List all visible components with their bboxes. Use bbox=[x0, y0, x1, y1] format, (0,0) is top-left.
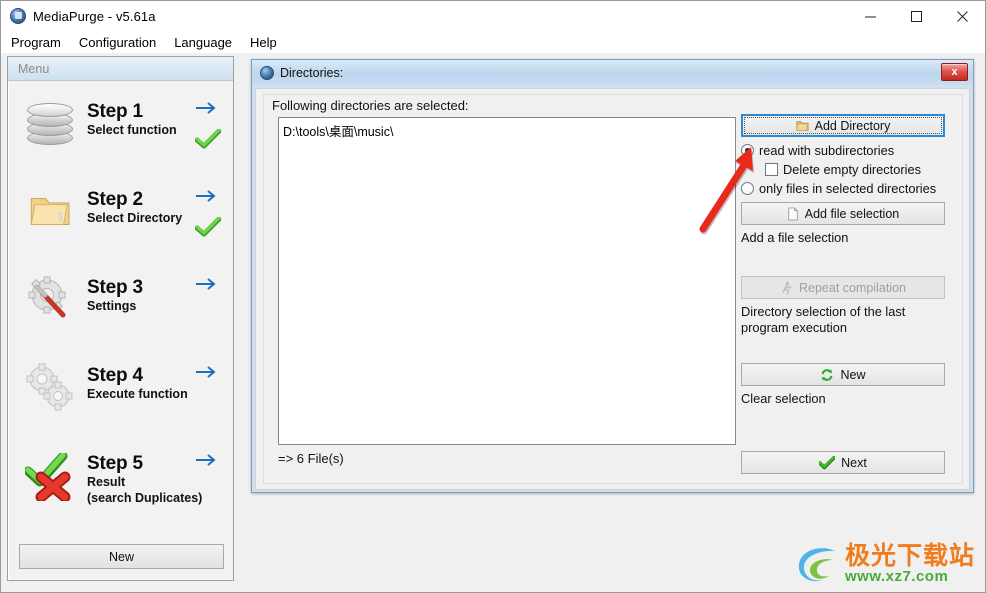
menu-item-language[interactable]: Language bbox=[174, 34, 241, 51]
folder-icon bbox=[796, 121, 809, 131]
step-4-arrow-icon[interactable] bbox=[195, 365, 217, 379]
add-file-selection-description: Add a file selection bbox=[741, 230, 849, 245]
watermark-logo-icon bbox=[798, 548, 835, 582]
step-5-subtitle-2: (search Duplicates) bbox=[87, 491, 203, 505]
step-5-title: Step 5 bbox=[87, 453, 143, 474]
new-button-description: Clear selection bbox=[741, 391, 826, 406]
step-1-arrow-icon[interactable] bbox=[195, 101, 217, 115]
gear-screwdriver-icon bbox=[25, 271, 81, 327]
file-icon bbox=[788, 207, 798, 220]
sidebar-item-step-5[interactable]: Step 5 Result (search Duplicates) bbox=[9, 439, 233, 527]
radio-read-subdirectories-label: read with subdirectories bbox=[759, 143, 895, 158]
step-5-subtitle: Result bbox=[87, 475, 126, 489]
dialog-title-bar: Directories: x bbox=[252, 60, 973, 85]
new-button-label: New bbox=[840, 367, 866, 382]
window-title: MediaPurge - v5.61a bbox=[33, 8, 156, 24]
add-file-selection-button[interactable]: Add file selection bbox=[741, 202, 945, 225]
menu-bar: Program Configuration Language Help bbox=[1, 31, 985, 53]
gears-icon bbox=[25, 359, 81, 415]
step-1-subtitle: Select function bbox=[87, 123, 177, 137]
dialog-close-button[interactable]: x bbox=[941, 63, 968, 81]
repeat-compilation-description: Directory selection of the last program … bbox=[741, 304, 906, 335]
checkbox-delete-empty-label: Delete empty directories bbox=[783, 162, 921, 177]
step-4-title: Step 4 bbox=[87, 365, 143, 386]
checkbox-delete-empty-directories[interactable]: Delete empty directories bbox=[741, 162, 949, 177]
step-4-subtitle: Execute function bbox=[87, 387, 188, 401]
next-button[interactable]: Next bbox=[741, 451, 945, 474]
runner-icon bbox=[782, 281, 792, 295]
next-button-label: Next bbox=[841, 455, 867, 470]
sidebar-new-button-wrap: New bbox=[19, 544, 224, 569]
check-icon bbox=[819, 455, 836, 469]
radio-icon-unchecked[interactable] bbox=[741, 182, 754, 195]
directories-listbox[interactable]: D:\tools\桌面\music\ bbox=[278, 117, 736, 445]
step-2-title: Step 2 bbox=[87, 189, 143, 210]
sidebar-item-step-4[interactable]: Step 4 Execute function bbox=[9, 351, 233, 439]
window-controls bbox=[847, 1, 985, 31]
checkbox-icon[interactable] bbox=[765, 163, 778, 176]
disc-stack-icon bbox=[25, 95, 81, 151]
sidebar-header: Menu bbox=[8, 57, 233, 81]
step-2-check-icon bbox=[194, 216, 222, 237]
step-2-subtitle: Select Directory bbox=[87, 211, 183, 225]
add-file-selection-label: Add file selection bbox=[804, 206, 900, 221]
watermark-text-cn: 极光下载站 bbox=[844, 542, 975, 570]
add-directory-button[interactable]: Add Directory bbox=[741, 114, 945, 137]
dialog-app-icon bbox=[260, 65, 274, 80]
radio-read-subdirectories[interactable]: read with subdirectories bbox=[741, 143, 949, 158]
check-cross-icon bbox=[25, 447, 81, 503]
menu-item-help[interactable]: Help bbox=[250, 34, 286, 51]
sidebar-body: Step 1 Select function Step 2 Select Dir… bbox=[8, 81, 233, 579]
list-item[interactable]: D:\tools\桌面\music\ bbox=[279, 118, 735, 140]
radio-only-files-selected[interactable]: only files in selected directories bbox=[741, 181, 949, 196]
menu-item-configuration[interactable]: Configuration bbox=[79, 34, 165, 51]
app-icon bbox=[10, 8, 26, 24]
watermark: 极光下载站 www.xz7.com bbox=[795, 542, 975, 586]
sidebar-item-step-1[interactable]: Step 1 Select function bbox=[9, 87, 233, 175]
close-icon[interactable] bbox=[939, 1, 985, 31]
repeat-compilation-label: Repeat compilation bbox=[798, 280, 906, 295]
add-directory-label: Add Directory bbox=[814, 118, 891, 133]
step-3-subtitle: Settings bbox=[87, 299, 137, 313]
minimize-icon[interactable] bbox=[847, 1, 893, 31]
repeat-compilation-button: Repeat compilation bbox=[741, 276, 945, 299]
radio-icon-checked[interactable] bbox=[741, 144, 754, 157]
watermark-text-url: www.xz7.com bbox=[844, 568, 949, 585]
step-3-arrow-icon[interactable] bbox=[195, 277, 217, 291]
new-button[interactable]: New bbox=[741, 363, 945, 386]
folder-icon bbox=[25, 183, 81, 239]
sidebar-new-button[interactable]: New bbox=[19, 544, 224, 569]
menu-item-program[interactable]: Program bbox=[11, 34, 70, 51]
title-bar: MediaPurge - v5.61a bbox=[1, 1, 985, 31]
step-3-title: Step 3 bbox=[87, 277, 143, 298]
step-2-arrow-icon[interactable] bbox=[195, 189, 217, 203]
dialog-right-panel: Add Directory read with subdirectories D… bbox=[741, 114, 949, 407]
sidebar-item-step-2[interactable]: Step 2 Select Directory bbox=[9, 175, 233, 263]
radio-only-files-label: only files in selected directories bbox=[759, 181, 937, 196]
step-1-title: Step 1 bbox=[87, 101, 143, 122]
maximize-icon[interactable] bbox=[893, 1, 939, 31]
step-1-check-icon bbox=[194, 128, 222, 149]
list-label: Following directories are selected: bbox=[272, 98, 469, 113]
dialog-title: Directories: bbox=[280, 65, 344, 80]
sidebar: Menu Step 1 Select function Step 2 Selec… bbox=[7, 56, 234, 581]
step-5-arrow-icon[interactable] bbox=[195, 453, 217, 467]
sidebar-header-label: Menu bbox=[18, 61, 50, 76]
file-count-status: => 6 File(s) bbox=[278, 451, 344, 466]
application-window: MediaPurge - v5.61a Program Configuratio… bbox=[0, 0, 986, 593]
refresh-icon bbox=[822, 368, 833, 381]
sidebar-item-step-3[interactable]: Step 3 Settings bbox=[9, 263, 233, 351]
